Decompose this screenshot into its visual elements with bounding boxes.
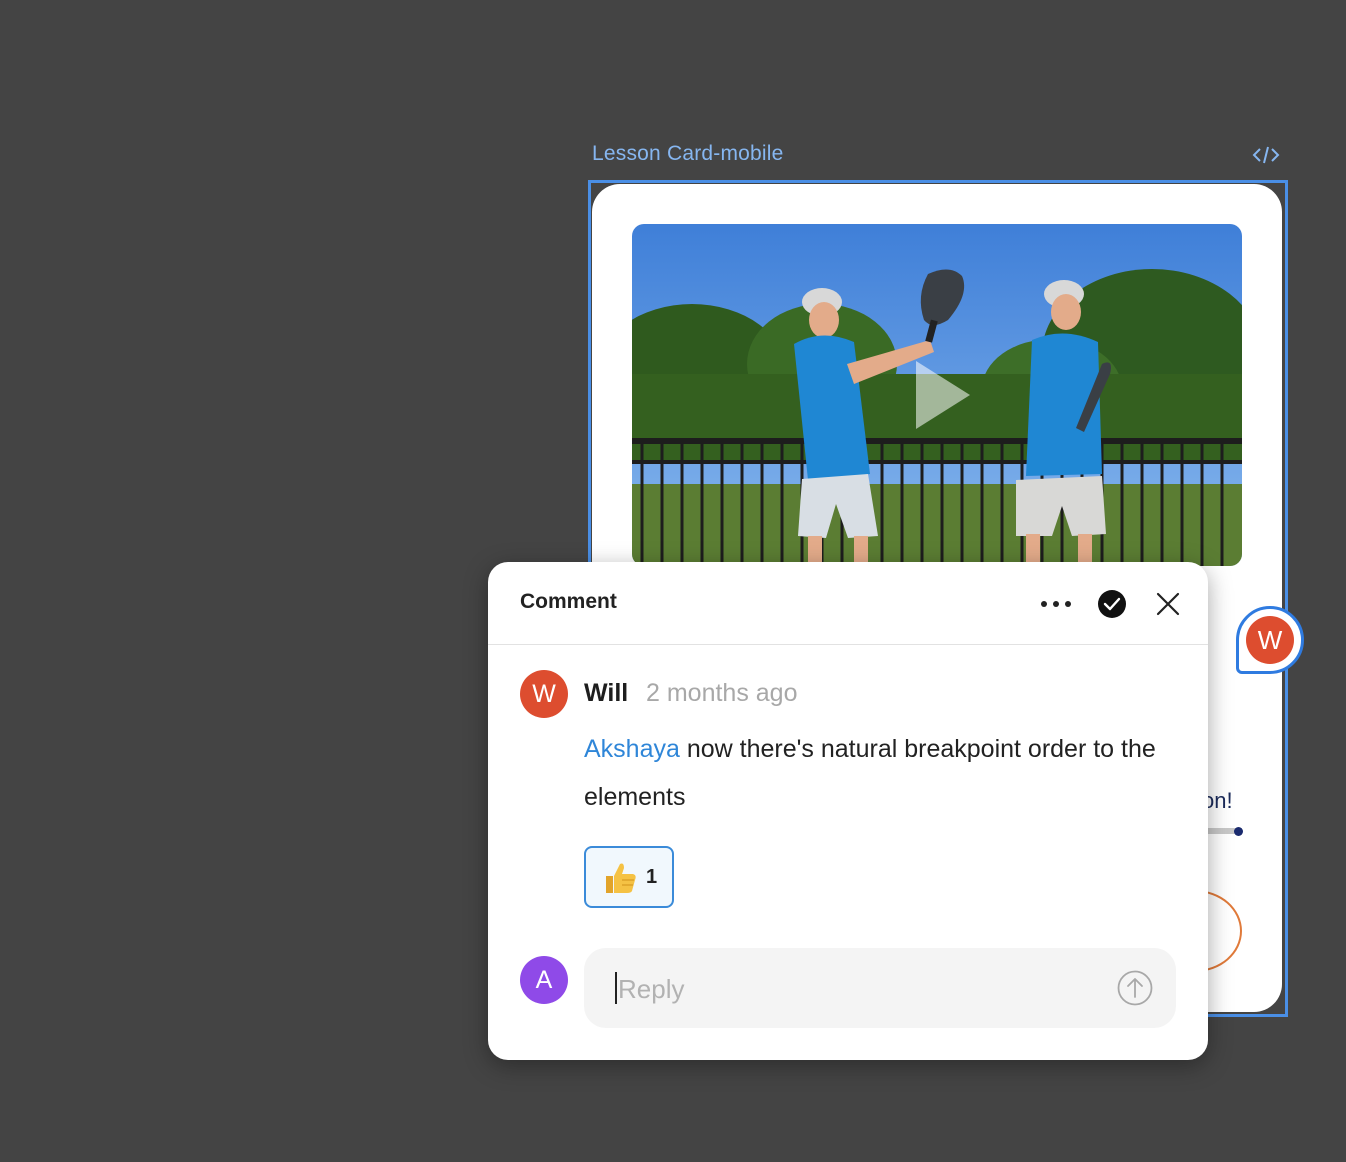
reaction-count: 1 [646,866,658,888]
mention-link[interactable]: Akshaya [584,735,680,763]
pin-avatar: W [1246,616,1294,664]
thumbs-up-icon [606,863,636,893]
ellipsis-icon[interactable] [1036,584,1076,624]
reply-input[interactable] [616,968,1120,1010]
reply-box[interactable] [584,948,1176,1028]
author-name: Will [584,679,629,707]
comment-pin[interactable]: W [1236,606,1304,674]
author-avatar[interactable]: W [520,670,568,718]
send-arrow-icon[interactable] [1117,970,1153,1006]
code-brackets-icon[interactable] [1252,144,1280,166]
video-thumbnail[interactable] [632,224,1242,566]
comment-panel: Comment W Will 2 months ago Akshaya now … [488,562,1208,1060]
play-icon[interactable] [912,357,972,433]
current-user-avatar: A [520,956,568,1004]
checkmark-circle-icon[interactable] [1096,588,1128,620]
comment-timestamp: 2 months ago [646,679,798,707]
comment-header: Comment [488,562,1208,645]
comment-message: Akshaya now there's natural breakpoint o… [584,725,1184,821]
panel-title: Comment [520,590,617,613]
close-icon[interactable] [1152,588,1184,620]
progress-handle[interactable] [1234,827,1243,836]
reaction-thumbs-up[interactable]: 1 [584,846,674,908]
frame-label[interactable]: Lesson Card-mobile [592,142,784,166]
